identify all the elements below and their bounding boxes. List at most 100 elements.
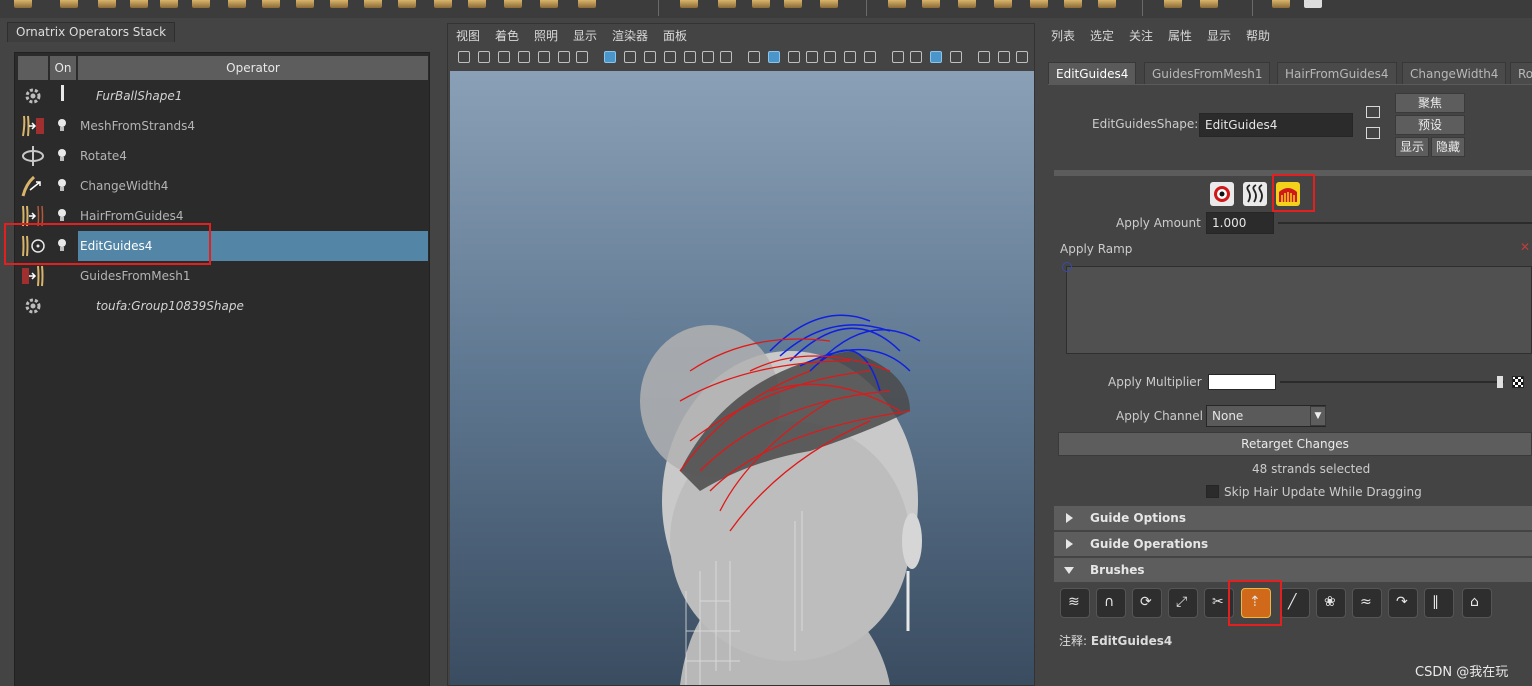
shelf-tool-icon[interactable] [718,0,736,8]
ae-menu-selected[interactable]: 选定 [1090,27,1114,44]
presets-button[interactable]: 预设 [1395,115,1465,135]
operator-row[interactable]: GuidesFromMesh1 [18,261,428,291]
viewport-menu-show[interactable]: 显示 [573,27,597,44]
shadows-icon[interactable] [864,51,876,63]
shelf-tool-icon[interactable] [1304,0,1322,8]
ramp-delete-icon[interactable]: ✕ [1520,240,1530,254]
shelf-tool-icon[interactable] [1030,0,1048,8]
guide-operations-section[interactable]: Guide Operations [1054,532,1532,556]
shelf-tool-icon[interactable] [330,0,348,8]
bookmark-icon[interactable] [498,51,510,63]
apply-amount-field[interactable]: 1.000 [1206,212,1274,234]
comb-brush-icon[interactable]: ≋ [1060,588,1090,618]
header-operator[interactable]: Operator [78,56,428,80]
lights-icon[interactable] [844,51,856,63]
load-input-icon[interactable] [1366,106,1380,118]
shelf-tool-icon[interactable] [192,0,210,8]
3d-viewport[interactable] [450,71,1034,685]
operators-stack-tab[interactable]: Ornatrix Operators Stack [7,22,176,42]
gate-mask-icon[interactable] [664,51,676,63]
show-button[interactable]: 显示 [1395,137,1429,157]
grease-pencil-icon[interactable] [538,51,550,63]
operator-row[interactable]: FurBallShape1 [18,81,428,111]
shelf-tool-icon[interactable] [468,0,486,8]
depth-of-field-icon[interactable] [950,51,962,63]
apply-channel-dropdown[interactable]: None [1206,405,1326,427]
tab-overflow[interactable]: Ro [1510,62,1532,84]
operator-row[interactable]: toufa:Group10839Shape [18,291,428,321]
isolate-select-icon[interactable] [978,51,990,63]
shelf-tool-icon[interactable] [504,0,522,8]
bend-brush-icon[interactable]: ↷ [1388,588,1418,618]
field-chart-icon[interactable] [684,51,696,63]
script-brush-icon[interactable]: ⌂ [1462,588,1492,618]
operator-row[interactable]: MeshFromStrands4 [18,111,428,141]
viewport-menu-view[interactable]: 视图 [456,27,480,44]
tab-hairfromguides4[interactable]: HairFromGuides4 [1277,62,1397,84]
apply-multiplier-slider-knob[interactable] [1497,376,1503,388]
ae-menu-list[interactable]: 列表 [1051,27,1075,44]
default-material-icon[interactable] [788,51,800,63]
shelf-tool-icon[interactable] [578,0,596,8]
shelf-tool-icon[interactable] [60,0,78,8]
enabled-bulb-icon[interactable] [58,179,66,191]
image-plane-icon[interactable] [518,51,530,63]
shelf-tool-icon[interactable] [1164,0,1182,8]
shelf-tool-icon[interactable] [296,0,314,8]
tab-guidesfrommesh1[interactable]: GuidesFromMesh1 [1144,62,1271,84]
viewport-menu-panels[interactable]: 面板 [663,27,687,44]
wireframe-icon[interactable] [748,51,760,63]
shelf-tool-icon[interactable] [434,0,452,8]
apply-ramp-graph[interactable] [1062,262,1532,354]
move-icon[interactable] [558,51,570,63]
smooth-shade-icon[interactable] [768,51,780,63]
resolution-gate-icon[interactable] [644,51,656,63]
shelf-tool-icon[interactable] [1064,0,1082,8]
smooth-brush-icon[interactable]: ≈ [1352,588,1382,618]
enabled-bulb-icon[interactable] [58,209,66,221]
grid-icon[interactable] [604,51,616,63]
load-output-icon[interactable] [1366,127,1380,139]
shape-name-field[interactable]: EditGuides4 [1199,113,1353,137]
apply-amount-slider[interactable] [1278,222,1532,224]
safe-action-icon[interactable] [702,51,714,63]
focus-button[interactable]: 聚焦 [1395,93,1465,113]
length-brush-icon[interactable]: ∥ [1424,588,1454,618]
safe-title-icon[interactable] [720,51,732,63]
ae-menu-focus[interactable]: 关注 [1129,27,1153,44]
ramp-point-handle[interactable] [1062,262,1072,272]
shelf-tool-icon[interactable] [958,0,976,8]
shelf-tool-icon[interactable] [888,0,906,8]
film-gate-icon[interactable] [624,51,636,63]
strands-mode-icon[interactable] [1243,182,1267,206]
shelf-tool-icon[interactable] [680,0,698,8]
shelf-tool-icon[interactable] [820,0,838,8]
retarget-changes-button[interactable]: Retarget Changes [1058,432,1532,456]
scale-brush-icon[interactable]: ⤢ [1168,588,1198,618]
guide-options-section[interactable]: Guide Options [1054,506,1532,530]
shelf-tool-icon[interactable] [994,0,1012,8]
shelf-tool-icon[interactable] [1200,0,1218,8]
hide-button[interactable]: 隐藏 [1431,137,1465,157]
shelf-tool-icon[interactable] [784,0,802,8]
shelf-tool-icon[interactable] [398,0,416,8]
toolbar-more-icon[interactable] [1016,51,1028,63]
shelf-tool-icon[interactable] [1272,0,1290,8]
shelf-tool-icon[interactable] [1098,0,1116,8]
enabled-bulb-icon[interactable] [58,149,66,161]
shelf-tool-icon[interactable] [228,0,246,8]
chevron-down-icon[interactable]: ▼ [1310,406,1326,426]
select-camera-icon[interactable] [458,51,470,63]
paint-brush-icon[interactable]: ╱ [1280,588,1310,618]
ambient-occlusion-icon[interactable] [892,51,904,63]
shelf-tool-icon[interactable] [752,0,770,8]
viewport-menu-renderer[interactable]: 渲染器 [612,27,648,44]
layout-icon[interactable] [576,51,588,63]
shelf-tool-icon[interactable] [540,0,558,8]
shelf-tool-icon[interactable] [364,0,382,8]
curl-brush-icon[interactable]: ∩ [1096,588,1126,618]
motion-blur-icon[interactable] [910,51,922,63]
viewport-menu-lighting[interactable]: 照明 [534,27,558,44]
operator-row[interactable]: ChangeWidth4 [18,171,428,201]
shelf-tool-icon[interactable] [98,0,116,8]
